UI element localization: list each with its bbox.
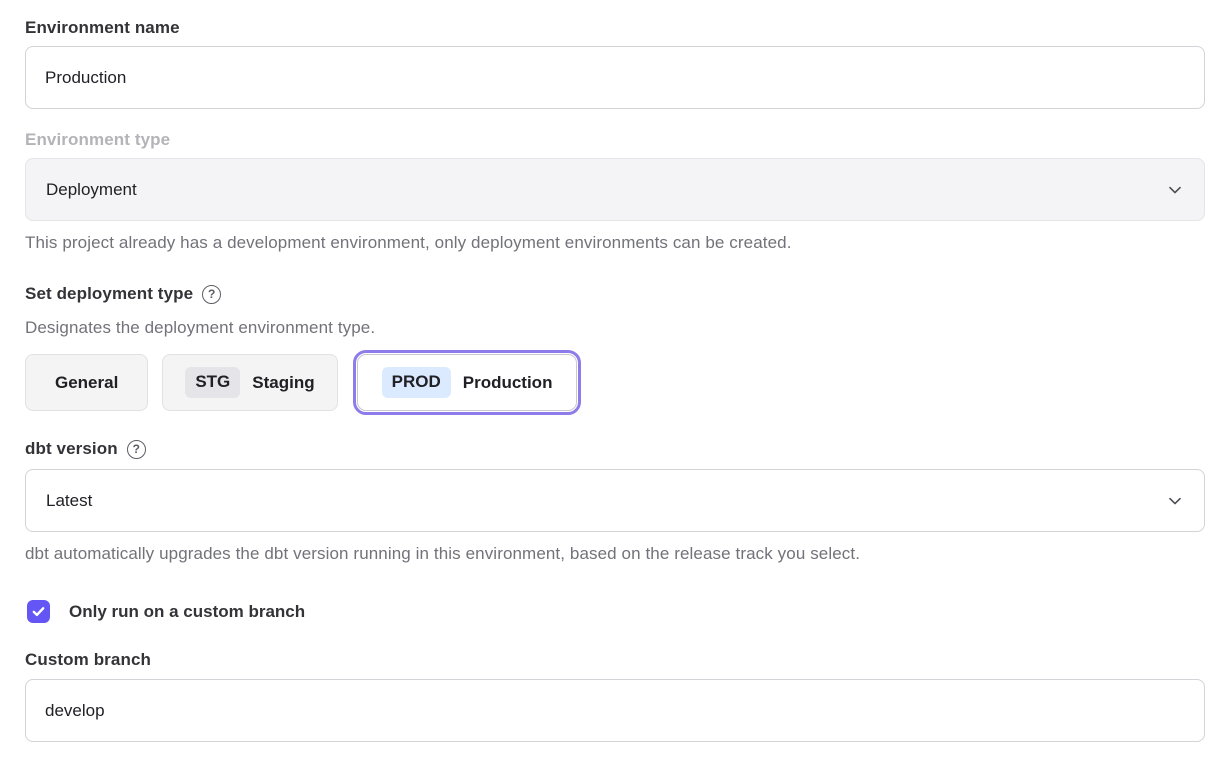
environment-type-label: Environment type	[25, 130, 1205, 150]
help-icon[interactable]: ?	[202, 285, 221, 304]
environment-name-input[interactable]	[25, 46, 1205, 109]
deployment-type-general-button[interactable]: General	[25, 354, 148, 411]
custom-branch-label: Custom branch	[25, 650, 1205, 670]
custom-branch-checkbox[interactable]	[27, 600, 50, 623]
staging-badge: STG	[185, 367, 240, 397]
dbt-version-selected-value: Latest	[46, 491, 92, 511]
environment-name-field: Environment name	[25, 18, 1205, 109]
environment-type-select[interactable]: Deployment	[25, 158, 1205, 221]
custom-branch-input[interactable]	[25, 679, 1205, 742]
deployment-type-heading-row: Set deployment type ?	[25, 284, 1205, 304]
environment-type-field: Environment type Deployment This project…	[25, 130, 1205, 253]
dbt-version-label: dbt version	[25, 439, 118, 459]
dbt-version-label-row: dbt version ?	[25, 439, 1205, 459]
deployment-type-helper: Designates the deployment environment ty…	[25, 318, 1205, 338]
dbt-version-field: dbt version ? Latest dbt automatically u…	[25, 439, 1205, 564]
custom-branch-field: Custom branch	[25, 650, 1205, 742]
chevron-down-icon	[1166, 181, 1184, 199]
chevron-down-icon	[1166, 492, 1184, 510]
deployment-type-options: General STG Staging PROD Production	[25, 354, 1205, 411]
custom-branch-checkbox-label[interactable]: Only run on a custom branch	[69, 602, 305, 622]
deployment-type-staging-button[interactable]: STG Staging	[162, 354, 337, 411]
production-button-label: Production	[463, 373, 553, 393]
general-button-label: General	[55, 373, 118, 393]
deployment-type-heading: Set deployment type	[25, 284, 193, 304]
environment-type-helper: This project already has a development e…	[25, 233, 1205, 253]
environment-name-label: Environment name	[25, 18, 1205, 38]
help-icon[interactable]: ?	[127, 440, 146, 459]
staging-button-label: Staging	[252, 373, 314, 393]
production-badge: PROD	[382, 367, 451, 397]
environment-type-selected-value: Deployment	[46, 180, 137, 200]
dbt-version-helper: dbt automatically upgrades the dbt versi…	[25, 544, 1205, 564]
custom-branch-toggle-row: Only run on a custom branch	[25, 600, 1205, 623]
environment-settings-form: Environment name Environment type Deploy…	[25, 0, 1205, 742]
dbt-version-select[interactable]: Latest	[25, 469, 1205, 532]
deployment-type-production-button[interactable]: PROD Production	[357, 354, 578, 411]
check-icon	[31, 604, 46, 619]
deployment-type-section: Set deployment type ? Designates the dep…	[25, 284, 1205, 411]
